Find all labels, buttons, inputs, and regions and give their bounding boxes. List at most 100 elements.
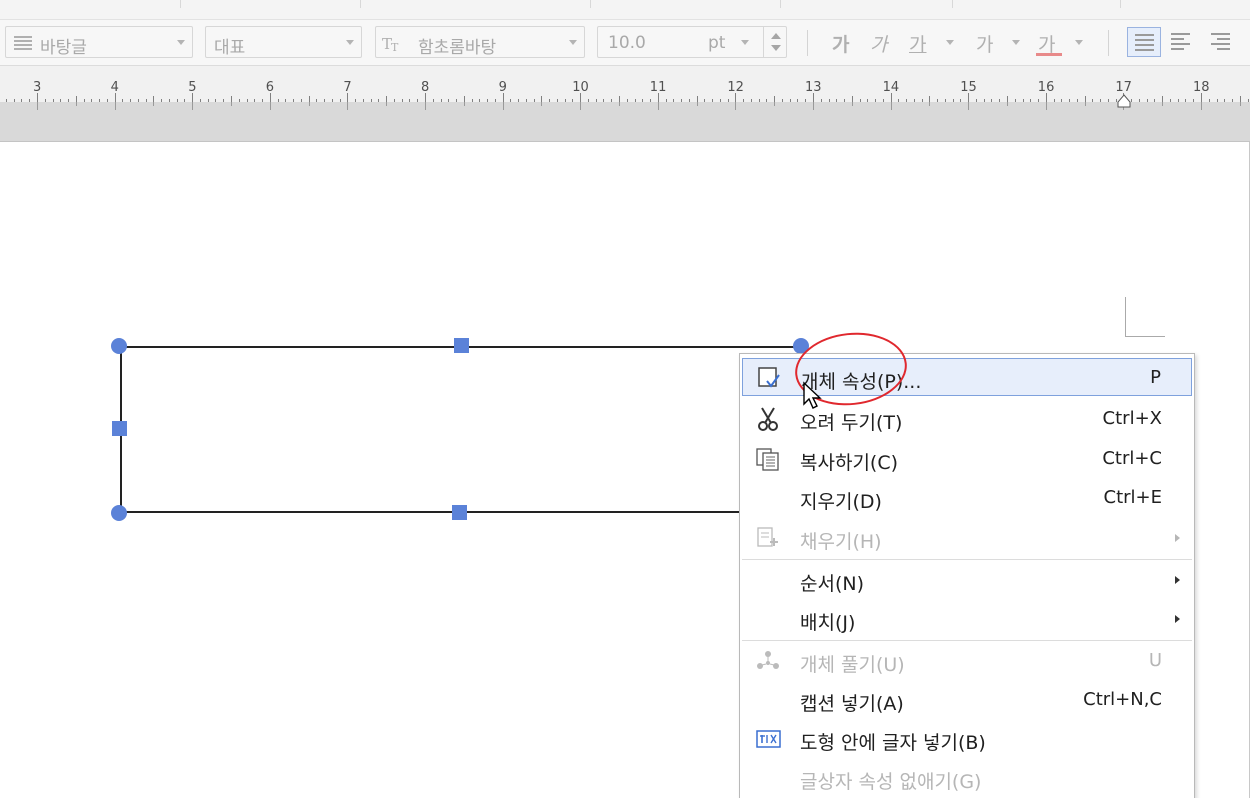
menu-item-text-in-shape[interactable]: 도형 안에 글자 넣기(B) bbox=[742, 720, 1192, 758]
chevron-down-icon[interactable] bbox=[946, 40, 954, 45]
ruler-lower-tick bbox=[463, 102, 465, 106]
menu-item-copy[interactable]: 복사하기(C) Ctrl+C bbox=[742, 440, 1192, 478]
ruler-tick bbox=[1045, 93, 1047, 102]
indent-marker-icon[interactable] bbox=[1117, 94, 1131, 108]
underline-button[interactable]: 가 bbox=[909, 30, 926, 57]
ruler-lower-tick bbox=[851, 102, 853, 106]
left-align-button[interactable] bbox=[1166, 27, 1200, 57]
menu-item-label: 채우기(H) bbox=[800, 531, 882, 553]
ruler-lower-tick bbox=[1162, 102, 1164, 106]
ruler-lower-tick bbox=[696, 102, 698, 106]
chevron-down-icon[interactable] bbox=[1075, 40, 1083, 45]
ruler-lower-tick bbox=[968, 102, 970, 110]
language-combo[interactable]: 대표 bbox=[205, 26, 362, 58]
ruler-lower-scale bbox=[0, 102, 1250, 112]
bold-button[interactable]: 가 bbox=[832, 30, 849, 57]
ruler-scale: 3 4 5 6 7 8 9 10 11 12 13 14 15 16 17 18 bbox=[0, 66, 1250, 102]
context-menu: 개체 속성(P)... P 오려 두기(T) Ctrl+X 복사하기(C) Ct… bbox=[739, 353, 1195, 798]
resize-handle-top-left[interactable] bbox=[111, 338, 127, 354]
menu-item-shortcut: Ctrl+X bbox=[1102, 408, 1162, 429]
font-size-stepper[interactable] bbox=[763, 27, 787, 57]
menu-item-order[interactable]: 순서(N) bbox=[742, 561, 1192, 599]
font-combo[interactable]: T T 함초롬바탕 bbox=[375, 26, 585, 58]
resize-handle-bottom-left[interactable] bbox=[111, 505, 127, 521]
ruler-tick bbox=[502, 93, 504, 102]
toolbar-divider bbox=[1108, 30, 1109, 56]
strip-divider bbox=[360, 0, 361, 8]
stepper-down-icon[interactable] bbox=[771, 45, 781, 51]
ruler-lower-tick bbox=[929, 102, 931, 106]
ruler-lower-tick bbox=[386, 102, 388, 106]
copy-icon bbox=[756, 448, 779, 471]
chevron-down-icon[interactable] bbox=[1012, 40, 1020, 45]
paragraph-style-icon bbox=[14, 36, 32, 50]
mouse-pointer-icon bbox=[803, 381, 822, 409]
chevron-down-icon[interactable] bbox=[170, 27, 192, 57]
menu-item-arrange[interactable]: 배치(J) bbox=[742, 600, 1192, 638]
right-align-button[interactable] bbox=[1205, 27, 1239, 57]
toolbar-divider bbox=[807, 30, 808, 56]
page-margin-corner bbox=[1125, 297, 1165, 337]
ruler-lower-tick bbox=[231, 102, 232, 106]
justify-align-button[interactable] bbox=[1127, 27, 1161, 57]
strip-divider bbox=[590, 0, 591, 8]
strikethrough-button[interactable]: 가 bbox=[976, 30, 993, 57]
selected-rectangle-shape[interactable] bbox=[120, 346, 801, 513]
menu-separator bbox=[742, 559, 1192, 560]
ruler-tick bbox=[37, 93, 38, 102]
menu-item-ungroup[interactable]: 개체 풀기(U) U bbox=[742, 642, 1192, 680]
font-icon: T T bbox=[382, 35, 399, 52]
ruler-tick bbox=[425, 93, 426, 102]
menu-item-label: 글상자 속성 없애기(G) bbox=[800, 771, 982, 793]
ruler-lower-tick bbox=[153, 102, 155, 106]
font-size-value: 10.0 bbox=[608, 33, 646, 53]
chevron-down-icon[interactable] bbox=[562, 27, 584, 57]
strip-divider bbox=[1120, 0, 1121, 8]
menu-item-label: 캡션 넣기(A) bbox=[800, 693, 904, 715]
object-properties-icon bbox=[758, 367, 780, 388]
horizontal-ruler[interactable]: 3 4 5 6 7 8 9 10 11 12 13 14 15 16 17 18 bbox=[0, 66, 1250, 142]
strip-divider bbox=[952, 0, 953, 8]
stepper-up-icon[interactable] bbox=[771, 33, 781, 39]
ruler-lower-tick bbox=[308, 102, 310, 106]
font-size-field[interactable]: 10.0 pt bbox=[597, 26, 787, 58]
menu-separator bbox=[742, 640, 1192, 641]
ruler-tick bbox=[813, 93, 814, 102]
ruler-lower-tick bbox=[37, 102, 38, 110]
ruler-lower-tick bbox=[619, 102, 620, 106]
resize-handle-bottom[interactable] bbox=[452, 505, 467, 520]
font-size-unit: pt bbox=[708, 33, 726, 53]
resize-handle-top[interactable] bbox=[454, 338, 469, 353]
ruler-lower-tick bbox=[541, 102, 543, 106]
italic-button[interactable]: 가 bbox=[870, 30, 887, 57]
ruler-tick bbox=[192, 93, 194, 102]
menu-item-shortcut: P bbox=[1150, 367, 1161, 388]
paragraph-style-combo[interactable]: 바탕글 bbox=[5, 26, 193, 58]
ruler-tick bbox=[968, 93, 970, 102]
fill-icon bbox=[757, 527, 778, 547]
font-value: 함초롬바탕 bbox=[418, 38, 497, 58]
menu-item-insert-caption[interactable]: 캡션 넣기(A) Ctrl+N,C bbox=[742, 681, 1192, 719]
svg-text:T: T bbox=[391, 41, 399, 52]
menu-item-label: 개체 풀기(U) bbox=[800, 654, 905, 676]
ruler-lower-tick bbox=[735, 102, 737, 110]
resize-handle-left[interactable] bbox=[112, 421, 127, 436]
menu-item-label: 오려 두기(T) bbox=[800, 412, 903, 434]
ruler-tick bbox=[580, 93, 582, 102]
ruler-lower-tick bbox=[1239, 102, 1241, 106]
chevron-down-icon[interactable] bbox=[741, 40, 749, 45]
text-in-shape-icon bbox=[756, 730, 781, 748]
menu-item-label: 도형 안에 글자 넣기(B) bbox=[800, 732, 986, 754]
menu-item-shortcut: U bbox=[1148, 650, 1162, 671]
menu-item-delete[interactable]: 지우기(D) Ctrl+E bbox=[742, 479, 1192, 517]
chevron-down-icon[interactable] bbox=[339, 27, 361, 57]
ungroup-icon bbox=[757, 651, 779, 669]
menu-item-remove-textbox-properties[interactable]: 글상자 속성 없애기(G) bbox=[742, 759, 1192, 797]
ruler-lower-tick bbox=[657, 102, 659, 110]
submenu-arrow-icon bbox=[1175, 576, 1180, 584]
menu-item-shortcut: Ctrl+N,C bbox=[1083, 689, 1162, 710]
menu-item-fill[interactable]: 채우기(H) bbox=[742, 519, 1192, 557]
ruler-lower-tick bbox=[75, 102, 77, 106]
ruler-lower-tick bbox=[192, 102, 194, 110]
ruler-lower-tick bbox=[1007, 102, 1008, 106]
